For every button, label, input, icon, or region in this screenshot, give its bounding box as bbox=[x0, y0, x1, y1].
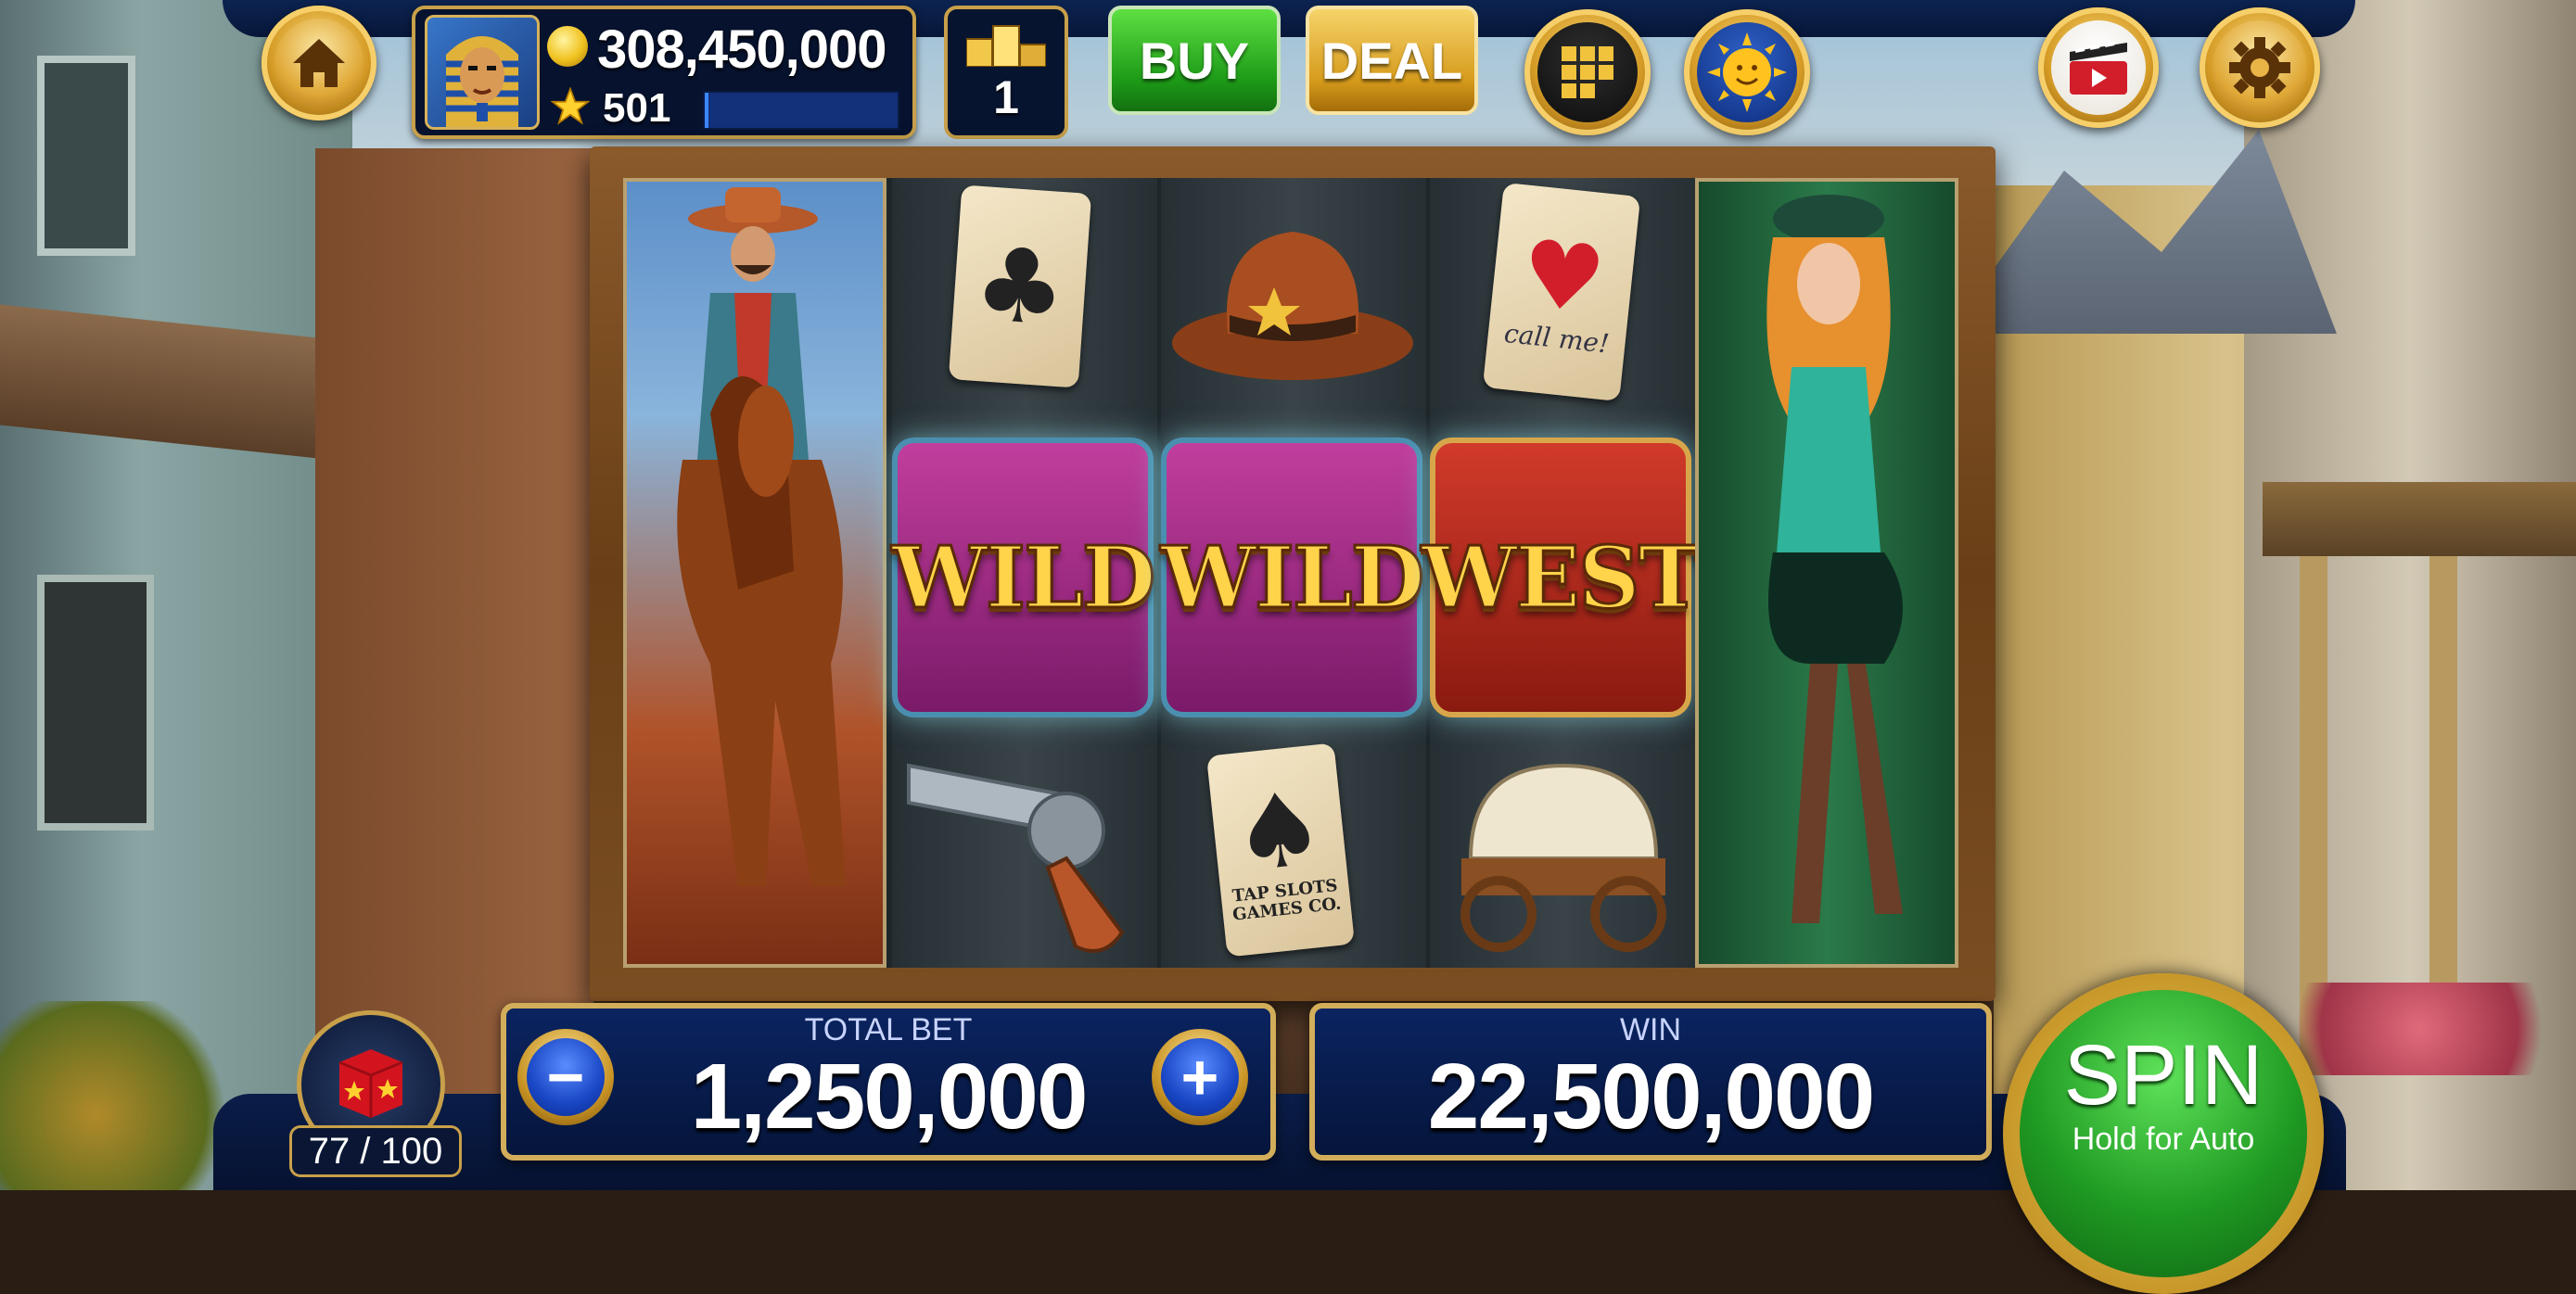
right-balcony bbox=[2263, 482, 2576, 556]
spin-button[interactable]: SPIN Hold for Auto bbox=[2003, 973, 2324, 1294]
games-menu-button[interactable] bbox=[1524, 9, 1651, 135]
player-panel[interactable]: 308,450,000 501 bbox=[412, 6, 916, 139]
decrease-bet-button[interactable]: − bbox=[517, 1029, 614, 1125]
plus-icon: + bbox=[1161, 1038, 1239, 1116]
level-number: 1 bbox=[993, 71, 1019, 123]
wild-symbol: WILD bbox=[890, 438, 1157, 717]
home-button[interactable] bbox=[261, 6, 376, 121]
west-text: WEST bbox=[1420, 526, 1702, 629]
star-count: 501 bbox=[603, 85, 671, 131]
xp-progress-bar bbox=[703, 91, 899, 130]
covered-wagon-symbol bbox=[1434, 729, 1693, 960]
reel-1 bbox=[623, 178, 886, 968]
saloon-girl-symbol bbox=[1699, 182, 1955, 964]
coin-balance: 308,450,000 bbox=[597, 19, 887, 80]
left-foliage bbox=[0, 1001, 241, 1190]
increase-bet-button[interactable]: + bbox=[1152, 1029, 1248, 1125]
coin-icon bbox=[547, 26, 588, 67]
home-icon bbox=[274, 19, 363, 108]
merkur-button[interactable] bbox=[1684, 9, 1810, 135]
gift-progress-count: 77 / 100 bbox=[289, 1125, 462, 1177]
video-icon bbox=[2051, 20, 2146, 115]
spin-button-face: SPIN Hold for Auto bbox=[2020, 990, 2307, 1277]
minus-icon: − bbox=[527, 1038, 605, 1116]
left-window bbox=[37, 56, 135, 256]
sun-icon bbox=[1697, 22, 1797, 122]
wild-symbol-2: WILD bbox=[1159, 438, 1426, 717]
ace-of-spades-symbol: ♠ TAP SLOTS GAMES CO. bbox=[1205, 742, 1356, 958]
avatar[interactable] bbox=[425, 15, 540, 130]
spin-sublabel: Hold for Auto bbox=[2072, 1122, 2255, 1157]
spin-label: SPIN bbox=[2063, 1028, 2264, 1123]
grid-menu-icon bbox=[1537, 22, 1638, 122]
reel-5 bbox=[1695, 178, 1958, 968]
wild-text: WILD bbox=[890, 526, 1157, 629]
total-bet-panel: TOTAL BET 1,250,000 − + bbox=[501, 1003, 1276, 1161]
sheriff-hat-symbol bbox=[1163, 204, 1422, 399]
xp-progress-fill bbox=[705, 93, 709, 128]
ace-of-clubs-symbol: ♣ bbox=[948, 184, 1092, 388]
settings-button[interactable] bbox=[2200, 7, 2320, 128]
star-icon bbox=[550, 86, 591, 126]
gear-icon bbox=[2213, 20, 2307, 115]
video-button[interactable] bbox=[2038, 7, 2159, 128]
west-symbol: WEST bbox=[1420, 438, 1703, 717]
win-value: 22,500,000 bbox=[1427, 1045, 1876, 1148]
deal-button[interactable]: DEAL bbox=[1306, 6, 1478, 115]
gift-button[interactable]: 77 / 100 bbox=[286, 1010, 462, 1177]
wild-text-2: WILD bbox=[1159, 526, 1426, 629]
pharaoh-avatar-icon bbox=[446, 36, 518, 127]
revolver-symbol bbox=[899, 729, 1150, 960]
left-window-2 bbox=[37, 575, 154, 831]
gift-box-icon bbox=[330, 1040, 412, 1122]
level-badge[interactable]: 1 bbox=[944, 6, 1068, 139]
hearts-card-symbol: ♥ call me! bbox=[1482, 182, 1641, 402]
right-flowers bbox=[2263, 983, 2576, 1075]
podium-icon bbox=[965, 22, 1047, 68]
cowboy-on-horse-symbol bbox=[627, 182, 883, 964]
buy-button[interactable]: BUY bbox=[1108, 6, 1281, 115]
win-panel: WIN 22,500,000 bbox=[1309, 1003, 1992, 1161]
